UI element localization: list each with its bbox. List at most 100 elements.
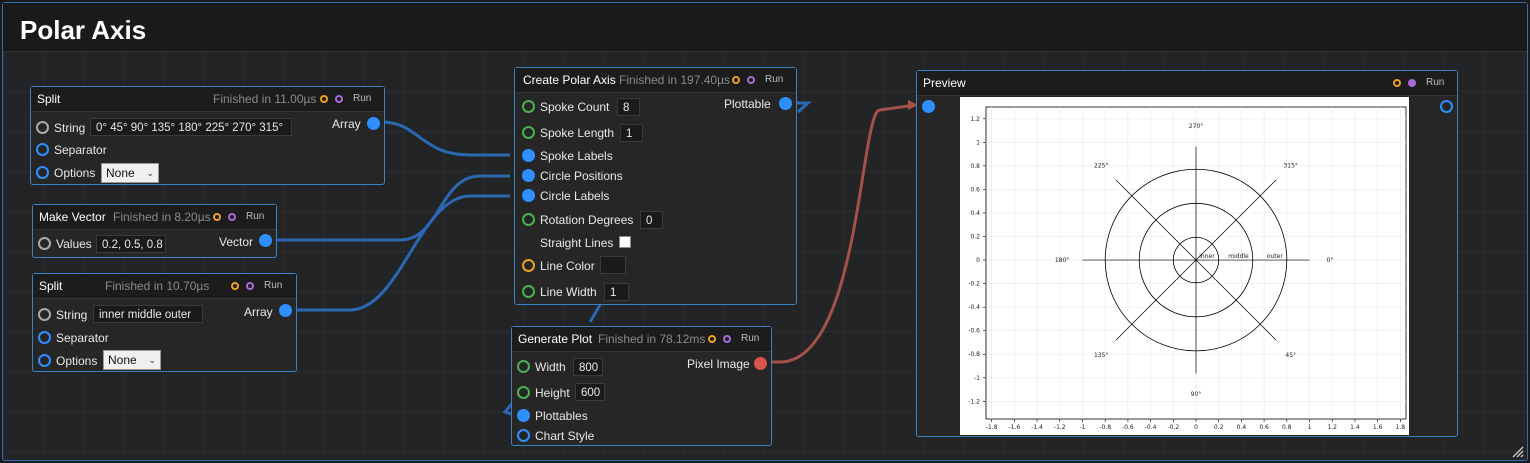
resize-grip-icon[interactable] [1511,445,1525,459]
spoke-length-input[interactable]: 1 [620,124,643,142]
orange-dot-icon[interactable] [231,282,239,290]
run-button[interactable]: Run [741,333,759,344]
spoke-count-input[interactable]: 8 [617,98,640,116]
options-dropdown[interactable]: None ⌄ [101,163,159,183]
purple-dot-icon[interactable] [1408,79,1416,87]
separator-port-icon[interactable] [36,143,49,156]
string-port-icon[interactable] [36,121,49,134]
y-tick-label: 1 [976,139,980,146]
split-node-2[interactable]: Split Finished in 10.70µs Run String inn… [32,273,297,372]
node-header[interactable]: Preview Run [917,71,1457,96]
circle-label: outer [1267,253,1284,260]
node-status: Finished in 10.70µs [105,279,210,293]
string-port-icon[interactable] [38,308,51,321]
x-tick-label: -1.8 [986,424,998,431]
width-input[interactable]: 800 [573,358,603,376]
separator-label: Separator [56,331,109,345]
x-tick-label: 1 [1308,424,1312,431]
values-label: Values [56,237,92,251]
x-tick-label: -1.2 [1054,424,1066,431]
node-header[interactable]: Create Polar Axis Finished in 197.40µs R… [515,68,796,93]
separator-port-icon[interactable] [38,331,51,344]
width-label: Width [535,360,566,374]
options-value: None [108,353,137,367]
height-label: Height [535,386,570,400]
circle-labels-label: Circle Labels [540,189,610,203]
options-port-icon[interactable] [38,354,51,367]
y-tick-label: 0.4 [970,210,980,217]
run-button[interactable]: Run [1426,77,1444,88]
plottable-output-port-icon[interactable] [779,97,792,110]
node-header[interactable]: Make Vector Finished in 8.20µs Run [33,205,276,230]
line-width-input[interactable]: 1 [604,283,629,301]
preview-node[interactable]: Preview Run -1.8 -1.6 -1.4 -1.2 -1 -0.8 -0.6 -0… [916,70,1458,437]
circle-label: inner [1199,253,1215,260]
spoke-label: 135° [1094,352,1108,359]
run-button[interactable]: Run [246,211,264,222]
spoke-labels-port-icon[interactable] [522,149,535,162]
purple-dot-icon[interactable] [228,213,236,221]
y-tick-label: 0 [976,257,980,264]
run-button[interactable]: Run [264,280,282,291]
pixel-image-output-label: Pixel Image [687,357,750,371]
string-input[interactable]: inner middle outer [93,305,203,323]
node-header[interactable]: Generate Plot Finished in 78.12ms Run [512,327,771,352]
image-input-port-icon[interactable] [922,100,935,113]
array-output-port-icon[interactable] [367,117,380,130]
node-header[interactable]: Split Finished in 11.00µs Run [31,87,384,112]
generate-plot-node[interactable]: Generate Plot Finished in 78.12ms Run Pi… [511,326,772,446]
spoke-length-port-icon[interactable] [522,126,535,139]
x-tick-label: -0.6 [1122,424,1134,431]
values-port-icon[interactable] [38,237,51,250]
spoke-count-port-icon[interactable] [522,100,535,113]
orange-dot-icon[interactable] [708,335,716,343]
make-vector-node[interactable]: Make Vector Finished in 8.20µs Run Value… [32,204,277,258]
y-tick-label: -1.2 [968,398,980,405]
circle-positions-port-icon[interactable] [522,169,535,182]
width-port-icon[interactable] [517,360,530,373]
line-width-port-icon[interactable] [522,285,535,298]
spoke-label: 225° [1094,162,1108,169]
purple-dot-icon[interactable] [723,335,731,343]
orange-dot-icon[interactable] [213,213,221,221]
vector-output-port-icon[interactable] [259,234,272,247]
orange-dot-icon[interactable] [320,95,328,103]
purple-dot-icon[interactable] [246,282,254,290]
purple-dot-icon[interactable] [747,76,755,84]
image-output-port-icon[interactable] [1440,100,1453,113]
purple-dot-icon[interactable] [335,95,343,103]
plottables-port-icon[interactable] [517,409,530,422]
orange-dot-icon[interactable] [732,76,740,84]
straight-lines-label: Straight Lines [540,236,614,250]
rotation-port-icon[interactable] [522,213,535,226]
y-tick-label: 0.8 [970,163,980,170]
node-header[interactable]: Split Finished in 10.70µs Run [33,274,296,299]
split-node-1[interactable]: Split Finished in 11.00µs Run String 0° … [30,86,385,185]
array-output-port-icon[interactable] [279,304,292,317]
node-status: Finished in 8.20µs [113,210,211,224]
run-button[interactable]: Run [353,93,371,104]
create-polar-axis-node[interactable]: Create Polar Axis Finished in 197.40µs R… [514,67,797,305]
pixel-image-output-port-icon[interactable] [754,357,767,370]
node-status: Finished in 197.40µs [619,73,730,87]
height-input[interactable]: 600 [575,383,605,401]
string-input[interactable]: 0° 45° 90° 135° 180° 225° 270° 315° [90,118,292,136]
straight-lines-checkbox[interactable] [619,236,631,248]
node-title: Preview [923,76,966,90]
orange-dot-icon[interactable] [1393,79,1401,87]
line-color-port-icon[interactable] [522,259,535,272]
line-color-swatch[interactable] [600,256,626,274]
spoke-label: 180° [1055,257,1069,264]
y-tick-label: -0.6 [968,328,980,335]
spoke-label: 315° [1283,162,1297,169]
node-title: Create Polar Axis [523,73,616,87]
height-port-icon[interactable] [517,386,530,399]
circle-labels-port-icon[interactable] [522,189,535,202]
chart-style-port-icon[interactable] [517,429,530,442]
rotation-input[interactable]: 0 [640,211,663,229]
run-button[interactable]: Run [765,74,783,85]
options-port-icon[interactable] [36,166,49,179]
values-input[interactable]: 0.2, 0.5, 0.8 [96,235,166,253]
spoke-length-label: Spoke Length [540,126,615,140]
options-dropdown[interactable]: None ⌄ [103,350,161,370]
